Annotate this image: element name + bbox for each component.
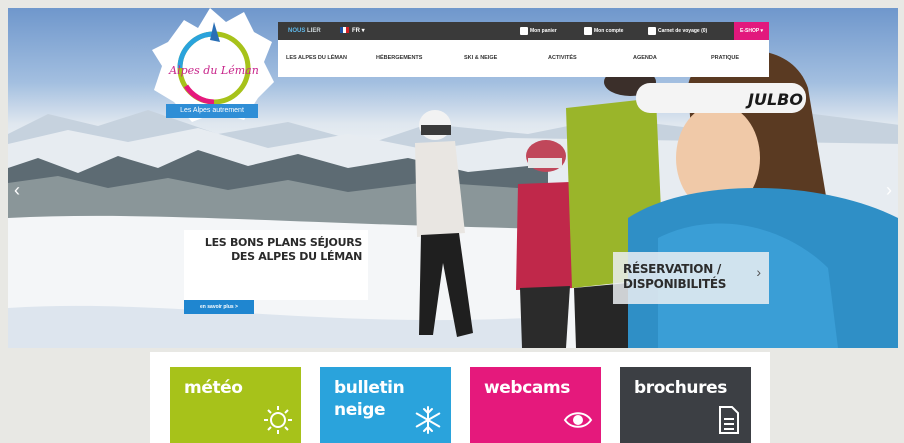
france-flag-icon — [340, 27, 349, 34]
promo-title-line-1: LES BONS PLANS SÉJOURS — [204, 236, 362, 249]
lang-tab-part-a: NOUS — [288, 28, 306, 34]
top-utility-bar: NOUS LIER FR ▾ Mon panier Mon compte Car… — [278, 22, 769, 40]
language-selector[interactable]: FR ▾ — [340, 22, 365, 40]
main-navigation: LES ALPES DU LÉMAN HÉBERGEMENTS SKI & NE… — [278, 40, 769, 77]
reservation-box[interactable]: RÉSERVATION / DISPONIBILITÉS › — [613, 252, 769, 304]
nav-item-agenda[interactable]: AGENDA — [633, 40, 657, 77]
cart-icon — [520, 26, 528, 35]
star-icon — [648, 26, 656, 35]
page: JULBO ‹ › Alpes du Léman Les Alpes autre… — [0, 0, 904, 443]
sun-icon — [264, 406, 292, 434]
carousel-next-button[interactable]: › — [882, 180, 896, 200]
quick-links-panel: météo bulletin neige webcams brochures — [150, 352, 770, 443]
lang-tab[interactable]: NOUS LIER — [288, 22, 321, 40]
tile-webcams-label: webcams — [484, 377, 570, 399]
promo-more-button[interactable]: en savoir plus > — [184, 300, 254, 314]
nav-item-pratique[interactable]: PRATIQUE — [711, 40, 739, 77]
tile-meteo-label: météo — [184, 377, 243, 399]
travel-notebook-link[interactable]: Carnet de voyage (0) — [648, 22, 707, 40]
user-icon — [584, 26, 592, 35]
goggle-brand-text: JULBO — [745, 90, 803, 109]
carousel-prev-button[interactable]: ‹ — [10, 180, 24, 200]
tile-webcams-line-1: webcams — [484, 378, 570, 398]
account-link[interactable]: Mon compte — [584, 22, 623, 40]
tile-meteo-line-1: météo — [184, 378, 243, 398]
tile-bulletin-label: bulletin neige — [334, 377, 405, 421]
tile-bulletin-neige[interactable]: bulletin neige — [320, 367, 451, 443]
eye-icon — [563, 412, 593, 428]
reservation-title: RÉSERVATION / DISPONIBILITÉS — [623, 262, 726, 292]
cart-link[interactable]: Mon panier — [520, 22, 557, 40]
tile-bulletin-line-2: neige — [334, 400, 386, 420]
tile-webcams[interactable]: webcams — [470, 367, 601, 443]
cart-label: Mon panier — [530, 28, 557, 34]
nav-item-hebergements[interactable]: HÉBERGEMENTS — [376, 40, 422, 77]
nav-item-alpes-du-leman[interactable]: LES ALPES DU LÉMAN — [286, 40, 347, 77]
logo-tagline: Les Alpes autrement — [166, 104, 258, 118]
travel-notebook-label: Carnet de voyage (0) — [658, 28, 708, 34]
logo-text: Alpes du Léman — [168, 64, 259, 77]
promo-box[interactable]: LES BONS PLANS SÉJOURS DES ALPES DU LÉMA… — [184, 230, 368, 300]
reservation-line-1: RÉSERVATION / — [623, 262, 721, 276]
language-label: FR — [352, 28, 360, 34]
tile-meteo[interactable]: météo — [170, 367, 301, 443]
skier-white-jacket-image — [415, 110, 473, 337]
tile-bulletin-line-1: bulletin — [334, 378, 405, 398]
account-label: Mon compte — [594, 28, 624, 34]
chevron-right-icon: › — [756, 264, 761, 280]
tile-brochures-line-1: brochures — [634, 378, 727, 398]
eshop-button[interactable]: E-SHOP ▾ — [734, 22, 769, 40]
lang-tab-part-b: LIER — [307, 28, 321, 34]
reservation-line-2: DISPONIBILITÉS — [623, 277, 727, 291]
promo-title-line-2: DES ALPES DU LÉMAN — [231, 250, 362, 263]
nav-item-ski-neige[interactable]: SKI & NEIGE — [464, 40, 497, 77]
eshop-label: E-SHOP — [740, 28, 760, 34]
document-icon — [719, 406, 739, 434]
snowflake-icon — [415, 406, 441, 434]
tile-brochures-label: brochures — [634, 377, 727, 399]
tile-brochures[interactable]: brochures — [620, 367, 751, 443]
promo-title: LES BONS PLANS SÉJOURS DES ALPES DU LÉMA… — [192, 236, 362, 264]
nav-item-activites[interactable]: ACTIVITÉS — [548, 40, 577, 77]
